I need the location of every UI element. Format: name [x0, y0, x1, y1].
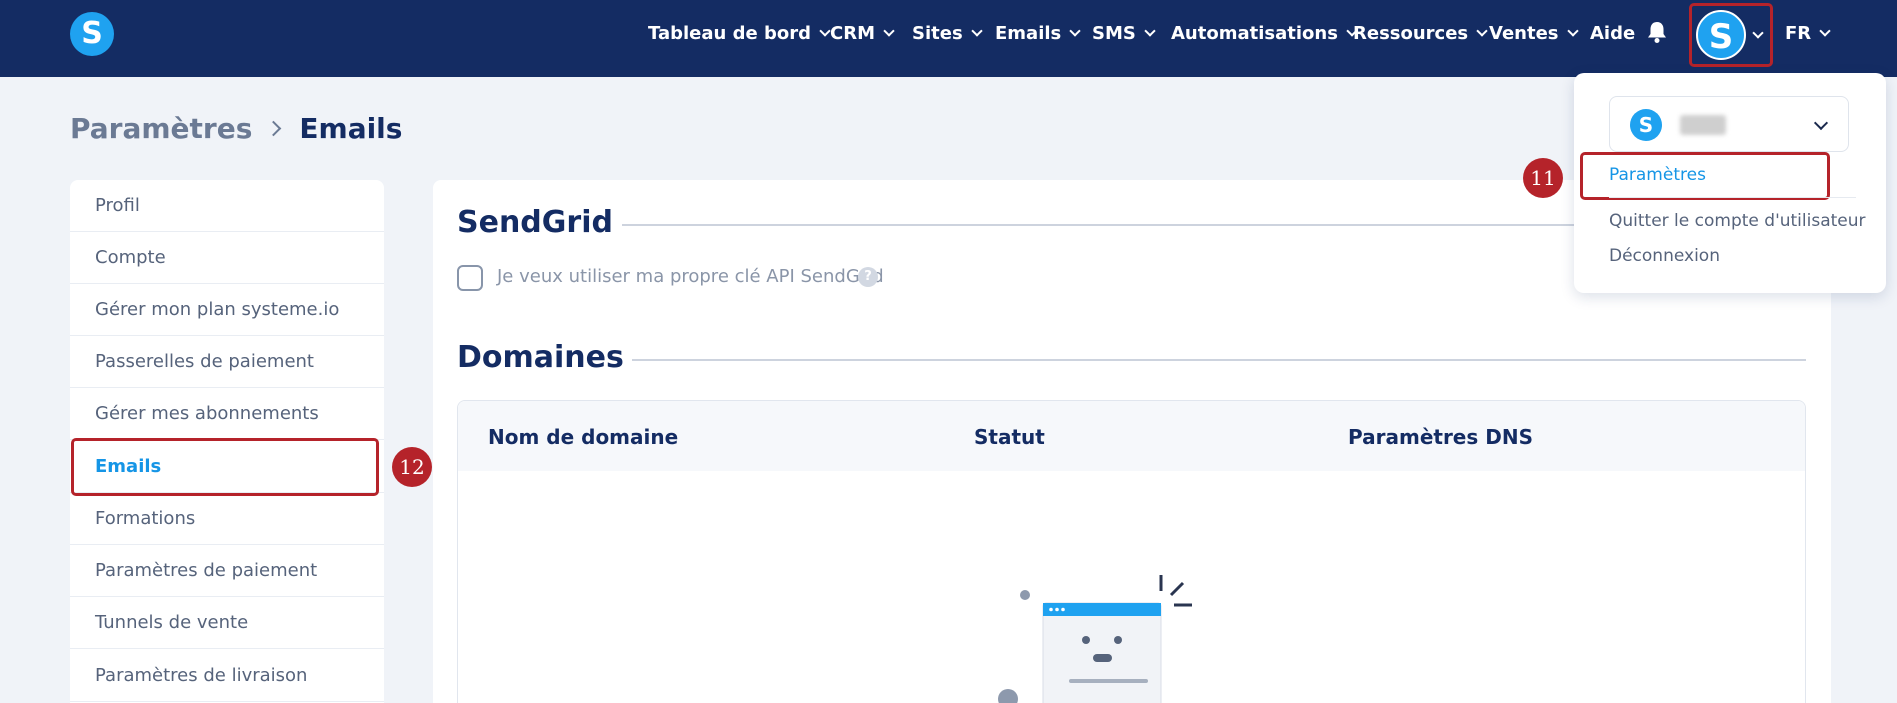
chevron-down-icon: [1144, 24, 1156, 37]
step-badge-12: 12: [392, 447, 432, 487]
step-badge-11: 11: [1523, 158, 1563, 198]
nav-sites[interactable]: Sites: [912, 0, 983, 66]
column-header-status: Statut: [974, 425, 1045, 449]
nav-emails-label: Emails: [995, 22, 1062, 44]
nav-dashboard-label: Tableau de bord: [648, 22, 811, 44]
language-selector[interactable]: FR: [1785, 0, 1831, 66]
sidebar-item-subscriptions[interactable]: Gérer mes abonnements: [70, 388, 384, 440]
chevron-down-icon: [1476, 24, 1488, 37]
breadcrumb: Paramètres Emails: [70, 112, 402, 145]
nav-dashboard[interactable]: Tableau de bord: [648, 0, 831, 66]
chevron-down-icon: [1752, 27, 1764, 39]
nav-sms-label: SMS: [1092, 22, 1136, 44]
domains-section-title: Domaines: [457, 340, 624, 375]
sidebar-item-payment-settings[interactable]: Paramètres de paiement: [70, 545, 384, 597]
sidebar-item-plan[interactable]: Gérer mon plan systeme.io: [70, 284, 384, 336]
help-icon[interactable]: ?: [858, 267, 878, 287]
nav-emails[interactable]: Emails: [995, 0, 1081, 66]
empty-state-illustration: [998, 575, 1192, 703]
chevron-down-icon: [971, 24, 983, 37]
table-header: Nom de domaine Statut Paramètres DNS: [458, 401, 1805, 471]
nav-sms[interactable]: SMS: [1092, 0, 1156, 66]
account-name-redacted: [1680, 115, 1726, 135]
top-navigation-bar: S Tableau de bord CRM Sites Emails SMS A…: [0, 0, 1897, 77]
column-header-domain: Nom de domaine: [488, 425, 679, 449]
chevron-down-icon: [1819, 24, 1831, 37]
sidebar-item-payment-gateways[interactable]: Passerelles de paiement: [70, 336, 384, 388]
nav-crm-label: CRM: [830, 22, 875, 44]
chevron-down-icon: [819, 24, 831, 37]
nav-resources-label: Ressources: [1353, 22, 1469, 44]
account-switcher[interactable]: S: [1609, 96, 1849, 152]
breadcrumb-parent[interactable]: Paramètres: [70, 112, 252, 145]
bell-icon[interactable]: [1646, 20, 1668, 44]
user-avatar: S: [1696, 10, 1746, 60]
nav-crm[interactable]: CRM: [830, 0, 895, 66]
sidebar-item-funnels[interactable]: Tunnels de vente: [70, 597, 384, 649]
sendgrid-section-title: SendGrid: [457, 205, 613, 240]
menu-item-leave-account[interactable]: Quitter le compte d'utilisateur: [1609, 211, 1866, 231]
nav-automations-label: Automatisations: [1171, 22, 1338, 44]
chevron-down-icon: [1813, 115, 1829, 131]
nav-sites-label: Sites: [912, 22, 963, 44]
nav-automations[interactable]: Automatisations: [1171, 0, 1358, 66]
menu-item-settings[interactable]: Paramètres: [1609, 165, 1706, 185]
sidebar-item-account[interactable]: Compte: [70, 232, 384, 284]
account-logo: S: [1630, 109, 1662, 141]
sidebar-item-profile[interactable]: Profil: [70, 180, 384, 232]
menu-item-logout[interactable]: Déconnexion: [1609, 246, 1720, 266]
user-menu-button[interactable]: S: [1689, 3, 1773, 67]
menu-divider: [1609, 197, 1856, 198]
sendgrid-api-checkbox[interactable]: [457, 265, 483, 291]
section-divider: [632, 359, 1806, 361]
language-label: FR: [1785, 22, 1812, 44]
nav-sales[interactable]: Ventes: [1489, 0, 1579, 66]
column-header-dns: Paramètres DNS: [1348, 425, 1533, 449]
chevron-down-icon: [1069, 24, 1081, 37]
systemeio-logo[interactable]: S: [70, 12, 114, 56]
chevron-down-icon: [1566, 24, 1579, 37]
nav-sales-label: Ventes: [1489, 22, 1559, 44]
chevron-right-icon: [266, 120, 282, 137]
nav-help-label: Aide: [1590, 22, 1636, 44]
user-dropdown-menu: S Paramètres Quitter le compte d'utilisa…: [1574, 73, 1886, 293]
nav-help[interactable]: Aide: [1590, 0, 1635, 66]
domains-table: Nom de domaine Statut Paramètres DNS: [457, 400, 1806, 703]
highlight-box-emails: [71, 438, 379, 496]
page-title: Emails: [299, 112, 403, 145]
sidebar-item-courses[interactable]: Formations: [70, 493, 384, 545]
sendgrid-checkbox-label: Je veux utiliser ma propre clé API SendG…: [497, 266, 884, 287]
nav-resources[interactable]: Ressources: [1353, 0, 1488, 66]
chevron-down-icon: [883, 24, 895, 37]
sidebar-item-shipping[interactable]: Paramètres de livraison: [70, 650, 384, 702]
